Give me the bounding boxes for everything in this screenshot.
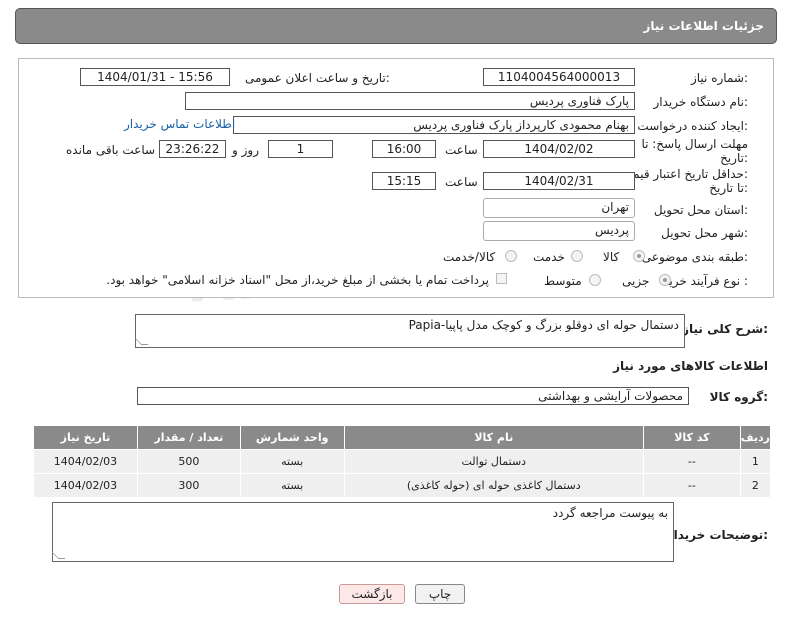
category-both-label: کالا/خدمت (443, 250, 496, 264)
col-header-code: کد کالا (642, 425, 741, 450)
buyer-org-label: نام دستگاه خریدار: (653, 95, 749, 109)
cell-unit: بسته (239, 473, 345, 498)
col-header-name: نام کالا (343, 425, 644, 450)
need-number-field[interactable]: 1104004564000013 (483, 68, 635, 86)
price-time-label: ساعت (445, 175, 478, 189)
requester-field[interactable]: بهنام محمودی کارپرداز پارک فناوری پردیس (233, 116, 635, 134)
buyer-org-field[interactable]: پارک فناوری پردیس (185, 92, 635, 110)
announce-date-label: تاریخ و ساعت اعلان عمومی: (245, 71, 390, 85)
category-label: طبقه بندی موضوعی: (641, 250, 748, 264)
goods-group-field[interactable]: محصولات آرایشی و بهداشتی (137, 387, 689, 405)
col-header-date: تاریخ نیاز (33, 425, 138, 450)
process-minor-label: جزیی (622, 274, 650, 288)
treasury-payment-note: پرداخت تمام یا بخشی از مبلغ خرید،از محل … (106, 273, 489, 287)
process-medium-label: متوسط (544, 274, 582, 288)
reply-date-field[interactable]: 1404/02/02 (483, 140, 635, 158)
process-medium-radio[interactable] (589, 274, 601, 286)
province-label: استان محل تحویل: (653, 203, 748, 217)
description-text: دستمال حوله ای دوقلو بزرگ و کوچک مدل پاپ… (408, 318, 679, 332)
category-goods-radio[interactable] (633, 250, 645, 262)
days-label: روز و (232, 143, 259, 157)
resize-handle-icon[interactable] (134, 338, 149, 345)
resize-handle-icon[interactable] (51, 552, 66, 559)
treasury-payment-checkbox[interactable] (496, 273, 507, 284)
buyer-notes-label: توضیحات خریدار: (666, 528, 768, 542)
reply-time-field[interactable]: 16:00 (372, 140, 436, 158)
remaining-time-field[interactable]: 23:26:22 (159, 140, 226, 158)
price-deadline-label-2: تا تاریخ: (709, 181, 748, 195)
buyer-notes-text: به پیوست مراجعه گردد (552, 506, 668, 520)
cell-date: 1404/02/03 (33, 449, 138, 474)
process-minor-radio[interactable] (659, 274, 671, 286)
reply-deadline-label: مهلت ارسال پاسخ: تا (641, 137, 748, 151)
col-header-row-number: ردیف (739, 425, 772, 450)
description-label: شرح کلی نیاز: (682, 322, 768, 336)
city-label: شهر محل تحویل: (661, 226, 748, 240)
col-header-unit: واحد شمارش (239, 425, 345, 450)
need-number-label: شماره نیاز: (690, 71, 748, 85)
remaining-time-label: ساعت باقی مانده (66, 143, 156, 157)
announce-date-field[interactable]: 1404/01/31 - 15:56 (80, 68, 230, 86)
reply-time-label: ساعت (445, 143, 478, 157)
city-field[interactable]: پردیس (483, 221, 635, 241)
cell-quantity: 500 (136, 449, 241, 474)
reply-deadline-label-2: تاریخ: (720, 151, 748, 165)
price-deadline-label: حداقل تاریخ اعتبار قیمت: (621, 167, 748, 181)
category-service-radio[interactable] (571, 250, 583, 262)
cell-unit: بسته (239, 449, 345, 474)
days-field[interactable]: 1 (268, 140, 333, 158)
cell-name: دستمال توالت (343, 449, 644, 474)
table-row[interactable]: 1 -- دستمال توالت بسته 500 1404/02/03 (33, 449, 772, 474)
table-header-row: ردیف کد کالا نام کالا واحد شمارش تعداد /… (33, 425, 772, 450)
cell-quantity: 300 (136, 473, 241, 498)
buyer-notes-textarea[interactable]: به پیوست مراجعه گردد (51, 502, 674, 562)
category-goods-label: کالا (603, 250, 620, 264)
cell-code: -- (642, 449, 741, 474)
page-header: جزئیات اطلاعات نیاز (15, 8, 777, 44)
print-button[interactable]: چاپ (415, 584, 465, 604)
goods-table: ردیف کد کالا نام کالا واحد شمارش تعداد /… (33, 425, 772, 498)
goods-group-label: گروه کالا: (709, 390, 768, 404)
price-time-field[interactable]: 15:15 (372, 172, 436, 190)
category-both-radio[interactable] (505, 250, 517, 262)
table-row[interactable]: 2 -- دستمال کاغذی حوله ای (حوله کاغذی) ب… (33, 473, 772, 498)
description-textarea[interactable]: دستمال حوله ای دوقلو بزرگ و کوچک مدل پاپ… (134, 314, 685, 348)
cell-row-number: 1 (739, 449, 772, 474)
price-date-field[interactable]: 1404/02/31 (483, 172, 635, 190)
cell-name: دستمال کاغذی حوله ای (حوله کاغذی) (343, 473, 644, 498)
buyer-contact-link[interactable]: اطلاعات تماس خریدار (124, 117, 235, 131)
back-button[interactable]: بازگشت (339, 584, 405, 604)
province-field[interactable]: تهران (483, 198, 635, 218)
process-label: نوع فرآیند خرید : (663, 274, 748, 288)
page-title: جزئیات اطلاعات نیاز (643, 19, 764, 33)
cell-row-number: 2 (739, 473, 772, 498)
col-header-quantity: تعداد / مقدار (136, 425, 241, 450)
cell-date: 1404/02/03 (33, 473, 138, 498)
category-service-label: خدمت (533, 250, 565, 264)
goods-section-title: اطلاعات کالاهای مورد نیاز (613, 359, 768, 373)
cell-code: -- (642, 473, 741, 498)
requester-label: ایجاد کننده درخواست: (637, 119, 748, 133)
